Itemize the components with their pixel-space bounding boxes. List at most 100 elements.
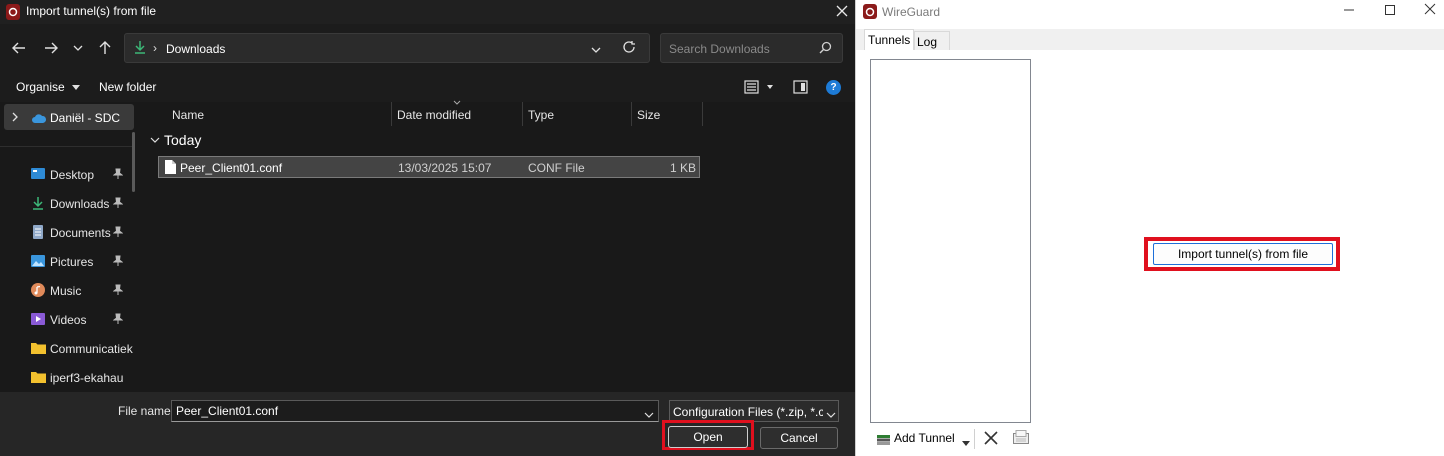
organise-label: Organise	[16, 80, 65, 94]
sidebar-item-label: Daniël - SDC	[50, 111, 121, 125]
column-header-date-modified[interactable]: Date modified	[392, 102, 522, 126]
sidebar-item-desktop[interactable]: Desktop	[0, 162, 134, 188]
up-arrow-icon[interactable]	[95, 38, 115, 58]
breadcrumb-downloads[interactable]: Downloads	[166, 42, 225, 56]
column-header-label: Name	[172, 108, 205, 122]
add-tunnel-button[interactable]: Add Tunnel	[870, 426, 970, 452]
music-icon	[31, 283, 45, 297]
tab-log[interactable]: Log	[914, 31, 950, 50]
documents-icon	[31, 225, 45, 239]
view-list-icon	[744, 80, 773, 94]
folder-icon	[31, 341, 46, 355]
file-list: Name Date modified Type Size Today Peer_…	[145, 100, 855, 392]
forward-arrow-icon[interactable]	[41, 38, 61, 58]
new-folder-button[interactable]: New folder	[99, 80, 156, 94]
back-arrow-icon[interactable]	[9, 38, 29, 58]
search-input[interactable]: Search Downloads	[660, 33, 843, 63]
navigation-pane: Daniël - SDC Desktop Downloads Documents…	[0, 102, 143, 392]
pin-icon[interactable]	[112, 226, 124, 241]
import-tunnels-from-file-button[interactable]: Import tunnel(s) from file	[1153, 243, 1333, 265]
command-bar: Organise New folder ?	[0, 72, 855, 102]
refresh-icon[interactable]	[622, 40, 636, 57]
sidebar-item-pictures[interactable]: Pictures	[0, 249, 134, 275]
sidebar-item-documents[interactable]: Documents	[0, 220, 134, 246]
sidebar-item-iperf3-ekahau[interactable]: iperf3-ekahau	[0, 365, 134, 391]
pin-icon[interactable]	[112, 313, 124, 328]
pin-icon[interactable]	[112, 168, 124, 183]
minimize-icon[interactable]	[1343, 4, 1355, 19]
cancel-button[interactable]: Cancel	[760, 427, 838, 449]
help-icon[interactable]: ?	[826, 80, 841, 95]
sidebar-item-onedrive[interactable]: Daniël - SDC	[4, 104, 134, 130]
sidebar-item-communicatiek[interactable]: Communicatiek	[0, 336, 134, 362]
tunnel-list[interactable]	[870, 59, 1031, 423]
maximize-icon[interactable]	[1384, 4, 1396, 19]
column-header-type[interactable]: Type	[523, 102, 631, 126]
tab-strip: Log Tunnels	[856, 29, 1444, 51]
add-tunnel-chevron-down-icon[interactable]	[962, 435, 970, 449]
column-divider[interactable]	[702, 102, 703, 126]
sidebar-item-downloads[interactable]: Downloads	[0, 191, 134, 217]
column-header-label: Size	[637, 108, 661, 122]
sort-chevron-down-icon	[453, 100, 461, 105]
address-bar[interactable]: › Downloads	[124, 33, 650, 63]
group-header-today[interactable]: Today	[164, 132, 201, 148]
sidebar-item-videos[interactable]: Videos	[0, 307, 134, 333]
close-icon[interactable]	[1424, 3, 1436, 18]
file-name-history-chevron-down-icon[interactable]	[644, 407, 654, 421]
import-file-dialog: Import tunnel(s) from file › Downloads S…	[0, 0, 855, 456]
column-header-label: Type	[528, 108, 555, 122]
tab-tunnels[interactable]: Tunnels	[864, 29, 914, 51]
delete-tunnel-icon[interactable]	[983, 430, 999, 449]
wireguard-logo-icon	[863, 4, 877, 19]
add-tunnel-label: Add Tunnel	[894, 431, 955, 445]
tunnel-toolbar: Add Tunnel	[870, 426, 1040, 452]
sidebar-item-label: Downloads	[50, 197, 110, 211]
pin-icon[interactable]	[112, 284, 124, 299]
pin-icon[interactable]	[112, 197, 124, 212]
address-history-chevron-down-icon[interactable]	[591, 42, 601, 56]
sidebar-item-label: Pictures	[50, 255, 94, 269]
organise-chevron-down-icon	[72, 85, 81, 91]
file-type-selected-value: Configuration Files (*.zip, *.con	[673, 405, 823, 419]
file-date-modified: 13/03/2025 15:07	[398, 161, 492, 175]
table-row[interactable]: Peer_Client01.conf 13/03/2025 15:07 CONF…	[158, 156, 700, 178]
navigation-bar: › Downloads Search Downloads	[0, 24, 855, 72]
file-type-select[interactable]: Configuration Files (*.zip, *.con	[669, 400, 839, 422]
collapse-group-chevron-down-icon[interactable]	[150, 137, 160, 143]
wireguard-titlebar: WireGuard	[856, 0, 1444, 24]
sidebar-item-label: Desktop	[50, 168, 95, 182]
pin-icon[interactable]	[112, 255, 124, 270]
file-name: Peer_Client01.conf	[180, 161, 283, 175]
dialog-title: Import tunnel(s) from file	[26, 4, 157, 18]
wireguard-title: WireGuard	[882, 5, 941, 19]
tunnels-tab-content: Add Tunnel Import tunnel(s) from file	[864, 50, 1444, 456]
file-name-label: File name:	[118, 404, 175, 418]
sidebar-item-label: iperf3-ekahau	[50, 371, 124, 385]
wireguard-logo-icon	[6, 4, 20, 20]
file-name-input[interactable]	[171, 400, 659, 422]
column-header-size[interactable]: Size	[632, 102, 702, 126]
organise-button[interactable]: Organise	[16, 80, 81, 94]
sidebar-divider	[0, 146, 134, 147]
dialog-titlebar: Import tunnel(s) from file	[0, 0, 855, 24]
downloads-icon	[133, 40, 147, 57]
close-icon[interactable]	[828, 0, 855, 22]
view-options-button[interactable]	[744, 80, 776, 97]
recent-locations-chevron-down-icon[interactable]	[68, 38, 88, 58]
export-tunnels-icon[interactable]	[1013, 430, 1029, 447]
column-header-label: Date modified	[397, 108, 472, 122]
breadcrumb-separator-icon: ›	[153, 41, 157, 55]
wireguard-window: WireGuard Log Tunnels Add Tunnel Import …	[855, 0, 1444, 456]
pictures-icon	[31, 254, 45, 268]
sidebar-item-music[interactable]: Music	[0, 278, 134, 304]
dialog-footer: File name: Configuration Files (*.zip, *…	[0, 392, 855, 456]
search-icon[interactable]	[819, 41, 832, 57]
column-header-name[interactable]: Name	[145, 102, 391, 126]
file-type-chevron-down-icon	[826, 407, 836, 421]
open-button[interactable]: Open	[668, 426, 748, 448]
videos-icon	[31, 312, 45, 326]
preview-pane-icon[interactable]	[793, 80, 808, 97]
expand-chevron-right-icon[interactable]	[12, 111, 18, 125]
file-size: 1 KB	[669, 161, 696, 175]
